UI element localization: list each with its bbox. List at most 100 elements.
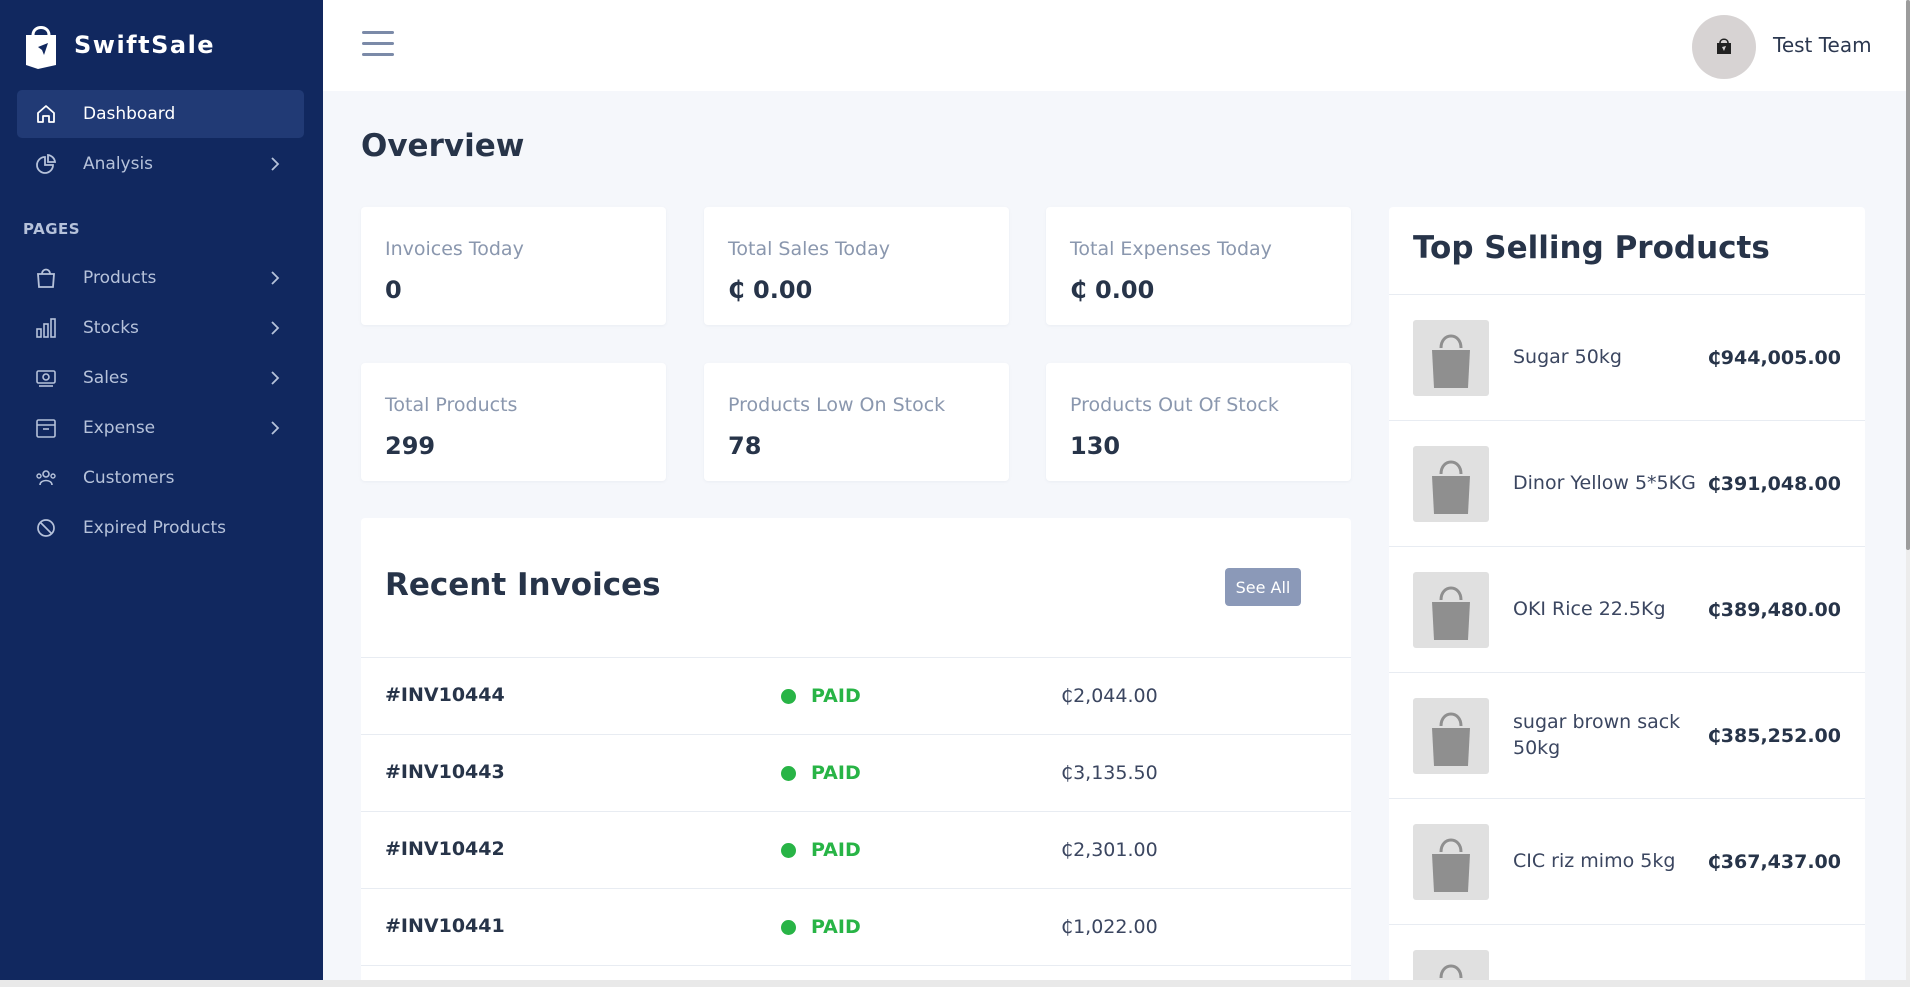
product-sales-value: ₵367,437.00 [1707,851,1841,873]
sidebar: SwiftSale Dashboard Analysis PAGES Produ… [0,0,323,987]
shopping-bag-icon [1432,460,1470,514]
stat-label: Total Products [385,394,518,416]
user-name[interactable]: Test Team [1773,33,1872,57]
archive-box-icon [35,417,57,439]
status-badge: PAID [811,839,861,861]
product-image [1413,698,1489,774]
recent-invoices-panel: Recent Invoices See All #INV10444 PAID ₵… [361,518,1351,987]
invoice-id[interactable]: #INV10443 [385,761,505,783]
list-item[interactable]: sugar brown sack 50kg ₵385,252.00 [1389,672,1865,798]
top-selling-products-panel: Top Selling Products Sugar 50kg ₵944,005… [1389,207,1865,987]
sidebar-item-label: Customers [83,468,175,488]
sidebar-item-customers[interactable]: Customers [17,454,304,502]
chevron-right-icon [266,419,284,437]
list-item[interactable] [1389,924,1865,987]
status-badge: PAID [811,685,861,707]
recent-invoices-title: Recent Invoices [385,567,661,603]
sidebar-item-label: Products [83,268,157,288]
stat-value: ₵ 0.00 [1070,276,1155,304]
table-row[interactable]: #INV10444 PAID ₵2,044.00 [361,657,1351,734]
section-label-pages: PAGES [23,220,81,238]
stat-value: 0 [385,276,402,304]
money-icon [35,367,57,389]
sidebar-item-products[interactable]: Products [17,254,304,302]
shopping-bag-logo-icon [24,21,58,69]
list-item[interactable]: Dinor Yellow 5*5KG ₵391,048.00 [1389,420,1865,546]
table-row[interactable]: #INV10443 PAID ₵3,135.50 [361,734,1351,811]
see-all-button[interactable]: See All [1225,568,1301,606]
sidebar-item-label: Expense [83,418,156,438]
product-name: sugar brown sack 50kg [1513,711,1681,759]
product-image [1413,320,1489,396]
stat-label: Products Out Of Stock [1070,394,1279,416]
ban-icon [35,517,57,539]
product-name: OKI Rice 22.5Kg [1513,598,1666,621]
shopping-bag-logo-icon [1717,38,1731,54]
stat-card-total-products: Total Products 299 [361,363,666,481]
shopping-bag-icon [35,267,57,289]
page-title: Overview [361,128,525,164]
pie-chart-icon [35,153,57,175]
status-dot-icon [781,766,796,781]
hamburger-menu-icon[interactable] [362,31,394,59]
sidebar-item-expense[interactable]: Expense [17,404,304,452]
invoice-amount: ₵2,044.00 [1061,685,1158,707]
sidebar-item-analysis[interactable]: Analysis [17,140,304,188]
home-icon [35,103,57,125]
window-bottom-edge [0,980,1910,987]
shopping-bag-icon [1432,334,1470,388]
invoice-amount: ₵3,135.50 [1061,762,1158,784]
stat-label: Total Expenses Today [1070,238,1272,260]
table-row[interactable]: #INV10442 PAID ₵2,301.00 [361,811,1351,888]
sidebar-item-sales[interactable]: Sales [17,354,304,402]
sidebar-item-stocks[interactable]: Stocks [17,304,304,352]
invoice-id[interactable]: #INV10442 [385,838,505,860]
app-root: SwiftSale Dashboard Analysis PAGES Produ… [0,0,1910,987]
shopping-bag-icon [1432,712,1470,766]
scrollbar-thumb[interactable] [1906,0,1910,550]
status-badge: PAID [811,762,861,784]
product-sales-value: ₵944,005.00 [1707,347,1841,369]
table-row[interactable]: #INV10441 PAID ₵1,022.00 [361,888,1351,965]
invoice-id[interactable]: #INV10441 [385,915,505,937]
users-icon [35,467,57,489]
stat-card-products-low-on-stock: Products Low On Stock 78 [704,363,1009,481]
stat-value: ₵ 0.00 [728,276,813,304]
product-image [1413,572,1489,648]
stat-card-invoices-today: Invoices Today 0 [361,207,666,325]
stat-card-total-expenses-today: Total Expenses Today ₵ 0.00 [1046,207,1351,325]
sidebar-item-dashboard[interactable]: Dashboard [17,90,304,138]
status-badge: PAID [811,916,861,938]
invoice-amount: ₵2,301.00 [1061,839,1158,861]
product-sales-value: ₵385,252.00 [1707,725,1841,747]
stat-label: Invoices Today [385,238,524,260]
invoice-id[interactable]: #INV10444 [385,684,505,706]
chevron-right-icon [266,269,284,287]
bar-chart-icon [35,317,57,339]
chevron-right-icon [266,155,284,173]
stat-value: 299 [385,432,436,460]
stat-value: 130 [1070,432,1121,460]
product-name: Sugar 50kg [1513,346,1622,369]
sidebar-item-label: Sales [83,368,129,388]
avatar[interactable] [1692,15,1756,79]
status-dot-icon [781,689,796,704]
sidebar-item-label: Dashboard [83,104,176,124]
product-image [1413,446,1489,522]
sidebar-item-expired-products[interactable]: Expired Products [17,504,304,552]
list-item[interactable]: OKI Rice 22.5Kg ₵389,480.00 [1389,546,1865,672]
chevron-right-icon [266,369,284,387]
list-item[interactable]: Sugar 50kg ₵944,005.00 [1389,294,1865,420]
stat-label: Total Sales Today [728,238,890,260]
sidebar-item-label: Stocks [83,318,139,338]
product-name: Dinor Yellow 5*5KG [1513,472,1696,495]
status-dot-icon [781,920,796,935]
list-item[interactable]: CIC riz mimo 5kg ₵367,437.00 [1389,798,1865,924]
shopping-bag-icon [1432,838,1470,892]
status-dot-icon [781,843,796,858]
stat-value: 78 [728,432,762,460]
top-selling-title: Top Selling Products [1413,230,1770,266]
sidebar-item-label: Analysis [83,154,154,174]
brand[interactable]: SwiftSale [24,20,215,70]
topbar: Test Team [323,0,1906,91]
